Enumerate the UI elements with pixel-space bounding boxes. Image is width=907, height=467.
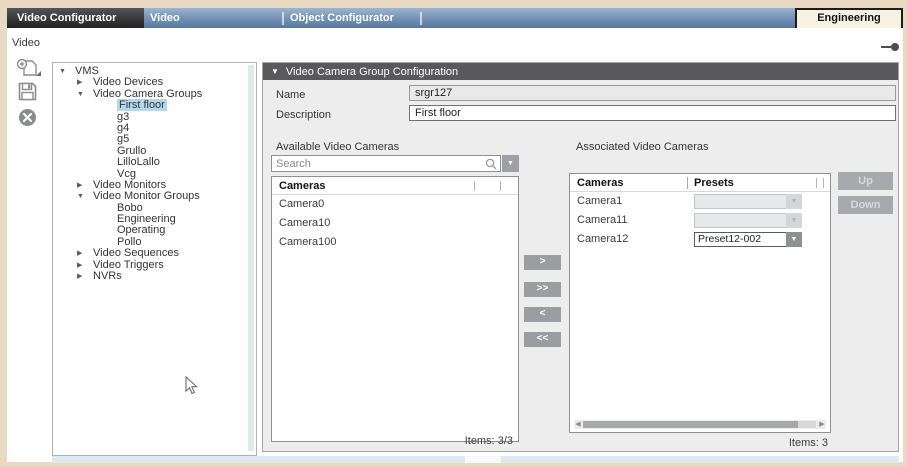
associated-list-header[interactable]: Cameras Presets — [570, 174, 830, 192]
chevron-right-icon[interactable]: ▶ — [77, 271, 93, 282]
up-button[interactable]: Up — [838, 172, 893, 190]
application-window: Video Configurator Video Object Configur… — [0, 0, 907, 467]
tree-item-nvrs[interactable]: ▶NVRs — [53, 271, 256, 282]
tab-video[interactable]: Video — [150, 8, 180, 29]
tab-separator — [420, 12, 422, 25]
tree-item-operating[interactable]: Operating — [53, 225, 256, 236]
chevron-right-icon[interactable]: ▶ — [77, 260, 93, 271]
down-button[interactable]: Down — [838, 196, 893, 214]
column-tick — [474, 181, 475, 191]
table-row[interactable]: Camera1 ▼ — [570, 192, 830, 211]
available-cameras-list: Cameras Camera0 Camera10 Camera100 — [271, 176, 519, 442]
tree-item-video-monitor-groups[interactable]: ▼Video Monitor Groups — [53, 191, 256, 202]
add-all-button[interactable]: >> — [524, 282, 561, 297]
navigation-tree: ▼VMS ▶Video Devices ▼Video Camera Groups… — [52, 62, 257, 456]
search-filter-dropdown[interactable]: ▼ — [502, 155, 519, 172]
chevron-down-icon: ▼ — [786, 213, 802, 228]
chevron-down-icon[interactable]: ▼ — [77, 89, 93, 100]
tab-object-configurator[interactable]: Object Configurator — [290, 8, 394, 29]
top-tab-bar: Video Configurator Video Object Configur… — [7, 8, 903, 29]
chevron-down-icon: ▼ — [786, 194, 802, 209]
chevron-right-icon[interactable]: ▶ — [77, 77, 93, 88]
delete-icon[interactable] — [18, 108, 37, 130]
window-horizontal-scrollbar[interactable] — [52, 456, 899, 463]
tab-engineering[interactable]: Engineering — [795, 8, 903, 29]
tree-scrollbar[interactable] — [248, 65, 254, 451]
scroll-left-arrow-icon[interactable]: ◀ — [574, 420, 582, 429]
column-separator — [687, 177, 688, 189]
tab-video-configurator[interactable]: Video Configurator — [7, 8, 144, 29]
breadcrumb: Video — [12, 37, 40, 49]
list-item[interactable]: Camera10 — [272, 214, 518, 233]
search-icon — [485, 158, 497, 170]
column-tick — [500, 181, 501, 191]
name-field[interactable] — [409, 85, 896, 101]
collapse-triangle-icon[interactable]: ▼ — [271, 67, 279, 76]
pin-icon[interactable] — [881, 43, 899, 51]
chevron-down-icon: ▼ — [507, 160, 514, 167]
chevron-down-icon: ▼ — [786, 232, 802, 247]
panel-title: Video Camera Group Configuration — [286, 66, 458, 78]
tree-item-first-floor[interactable]: First floor — [53, 100, 256, 111]
tree-item-g5[interactable]: g5 — [53, 134, 256, 145]
tab-separator — [282, 12, 284, 25]
preset-dropdown[interactable]: Preset12-002 ▼ — [694, 232, 802, 247]
column-tick — [823, 178, 824, 188]
list-item[interactable]: Camera100 — [272, 233, 518, 252]
search-input[interactable] — [272, 156, 480, 171]
chevron-down-icon[interactable]: ▼ — [77, 191, 93, 202]
chevron-right-icon[interactable]: ▶ — [77, 248, 93, 259]
new-item-icon[interactable] — [16, 59, 42, 80]
tree-item-lillolallo[interactable]: LilloLallo — [53, 157, 256, 168]
config-panel: ▼ Video Camera Group Configuration Name D… — [262, 62, 899, 452]
available-items-count: Items: 3/3 — [271, 435, 519, 447]
search-box — [271, 155, 501, 172]
remove-button[interactable]: < — [524, 307, 561, 322]
save-icon[interactable] — [18, 82, 37, 104]
associated-cameras-list: Cameras Presets Camera1 ▼ Camera11 ▼ Cam… — [569, 173, 831, 433]
chevron-right-icon[interactable]: ▶ — [77, 180, 93, 191]
preset-dropdown-disabled: ▼ — [694, 213, 802, 228]
description-label: Description — [276, 109, 331, 121]
panel-header[interactable]: ▼ Video Camera Group Configuration — [263, 63, 898, 80]
mouse-cursor — [185, 376, 198, 395]
available-list-header[interactable]: Cameras — [272, 177, 518, 195]
description-field[interactable] — [409, 105, 896, 121]
scrollbar-thumb[interactable] — [465, 456, 501, 463]
horizontal-scrollbar[interactable]: ◀ ▶ — [574, 420, 826, 429]
tree-item-g3[interactable]: g3 — [53, 112, 256, 123]
scroll-right-arrow-icon[interactable]: ▶ — [818, 420, 826, 429]
remove-all-button[interactable]: << — [524, 332, 561, 347]
add-button[interactable]: > — [524, 255, 561, 270]
available-cameras-label: Available Video Cameras — [276, 141, 399, 153]
tree-item-video-triggers[interactable]: ▶Video Triggers — [53, 260, 256, 271]
preset-dropdown-disabled: ▼ — [694, 194, 802, 209]
table-row[interactable]: Camera11 ▼ — [570, 211, 830, 230]
column-tick — [816, 178, 817, 188]
scrollbar-thumb[interactable] — [583, 421, 798, 428]
associated-items-count: Items: 3 — [569, 437, 831, 449]
associated-cameras-label: Associated Video Cameras — [576, 141, 708, 153]
chevron-down-icon[interactable]: ▼ — [59, 66, 75, 77]
name-label: Name — [276, 89, 305, 101]
table-row[interactable]: Camera12 Preset12-002 ▼ — [570, 230, 830, 249]
list-item[interactable]: Camera0 — [272, 195, 518, 214]
tree-item-g4[interactable]: g4 — [53, 123, 256, 134]
